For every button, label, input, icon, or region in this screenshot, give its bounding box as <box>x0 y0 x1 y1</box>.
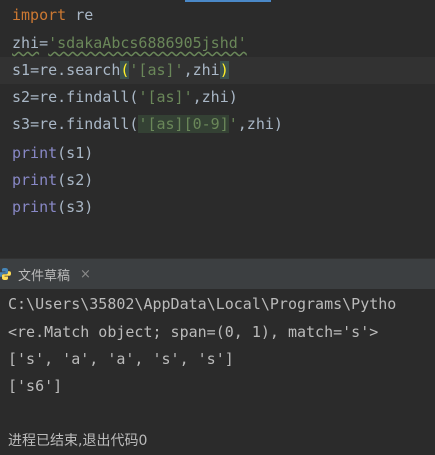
pattern-string: '[as]' <box>129 61 184 79</box>
code-editor[interactable]: import re zhi='sdakaAbcs6886905jshd' s1=… <box>0 0 435 226</box>
arg-zhi: ,zhi) <box>237 115 283 133</box>
run-tool-window-header: 文件草稿 × <box>0 258 435 290</box>
variable-zhi: zhi <box>12 34 40 52</box>
variable-s2: s2 <box>12 88 31 106</box>
run-tab-label: 文件草稿 <box>18 268 71 284</box>
variable-s1: s1 <box>12 61 31 79</box>
scrollbar-marker <box>185 0 271 2</box>
code-line-1[interactable]: import re <box>12 2 93 29</box>
pattern-string-part3: ' <box>228 115 238 133</box>
module-name: re <box>66 6 94 24</box>
string-literal: 'sdakaAbcs6886905jshd' <box>48 34 247 52</box>
call-search: =re.search <box>30 61 121 79</box>
python-icon <box>0 268 11 280</box>
close-icon[interactable]: × <box>80 267 91 282</box>
console-line-1: C:\Users\35802\AppData\Local\Programs\Py… <box>8 295 397 313</box>
pattern-string-part2: [0-9] <box>183 115 229 133</box>
builtin-print: print <box>12 171 58 189</box>
print-arg: (s2) <box>57 171 94 189</box>
print-arg: (s1) <box>57 144 94 162</box>
exit-message: 进程已结束,退出代码0 <box>8 433 148 449</box>
console-line-3: ['s', 'a', 'a', 's', 's'] <box>8 350 234 368</box>
code-line-3[interactable]: s1=re.search('[as]',zhi) <box>0 57 435 84</box>
assign-op: = <box>39 34 49 52</box>
close-paren: ) <box>219 61 229 79</box>
code-line-7[interactable]: print(s2) <box>12 167 93 194</box>
code-line-5[interactable]: s3=re.findall('[as][0-9]',zhi) <box>12 111 283 138</box>
builtin-print: print <box>12 144 58 162</box>
builtin-print: print <box>12 198 58 216</box>
pattern-string: '[as]' <box>138 88 193 106</box>
console-line-4: ['s6'] <box>8 377 63 395</box>
arg-zhi: ,zhi <box>183 61 220 79</box>
console-line-2: <re.Match object; span=(0, 1), match='s'… <box>8 323 379 341</box>
keyword-import: import <box>12 6 67 24</box>
code-line-8[interactable]: print(s3) <box>12 194 93 221</box>
call-findall: =re.findall( <box>30 115 139 133</box>
run-tab[interactable]: 文件草稿 × <box>0 259 99 289</box>
code-line-2[interactable]: zhi='sdakaAbcs6886905jshd' <box>12 30 247 57</box>
call-findall: =re.findall( <box>30 88 139 106</box>
code-line-4[interactable]: s2=re.findall('[as]',zhi) <box>12 84 238 111</box>
run-console[interactable]: C:\Users\35802\AppData\Local\Programs\Py… <box>0 289 435 449</box>
code-line-6[interactable]: print(s1) <box>12 140 93 167</box>
arg-zhi: ,zhi) <box>192 88 238 106</box>
print-arg: (s3) <box>57 198 94 216</box>
variable-s3: s3 <box>12 115 31 133</box>
pattern-string-part1: '[as] <box>138 115 184 133</box>
